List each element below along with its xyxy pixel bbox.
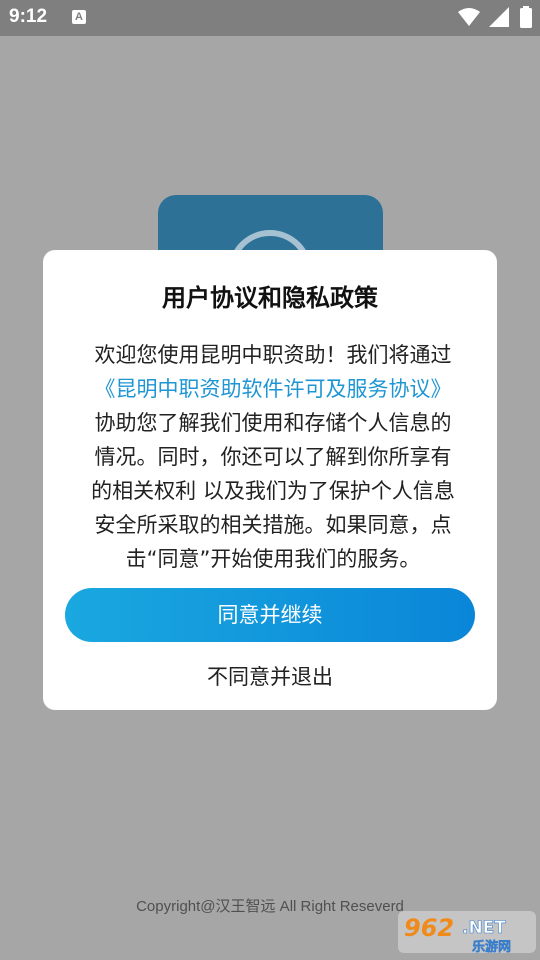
site-watermark-logo: 962 .NET 乐游网 [398, 907, 536, 955]
svg-text:962: 962 [404, 914, 454, 942]
dialog-title: 用户协议和隐私政策 [162, 284, 378, 312]
svg-text:乐游网: 乐游网 [472, 939, 511, 955]
signal-icon [488, 7, 509, 31]
body-line: 情况。同时，你还可以了解到你所享有 [94, 445, 452, 469]
body-line: 协助您了解我们使用和存储个人信息的 [94, 411, 452, 435]
service-agreement-link[interactable]: 《昆明中职资助软件许可及服务协议》 [73, 372, 473, 406]
status-time: 9:12 [9, 6, 48, 27]
body-line: 的相关权利 以及我们为了保护个人信息 [91, 479, 455, 503]
status-icons [457, 6, 532, 32]
dialog-body: 欢迎您使用昆明中职资助！我们将通过 《昆明中职资助软件许可及服务协议》 协助您了… [73, 338, 473, 576]
disagree-exit-button[interactable]: 不同意并退出 [65, 654, 475, 700]
privacy-dialog: 用户协议和隐私政策 欢迎您使用昆明中职资助！我们将通过 《昆明中职资助软件许可及… [43, 250, 497, 710]
battery-icon [520, 6, 532, 32]
status-bar: 9:12 A [0, 0, 540, 36]
body-line: 欢迎您使用昆明中职资助！我们将通过 [94, 343, 452, 367]
svg-text:.NET: .NET [462, 918, 506, 938]
notification-app-icon: A [72, 10, 86, 24]
agree-continue-button[interactable]: 同意并继续 [65, 588, 475, 642]
body-line: 安全所采取的相关措施。如果同意，点 [94, 513, 452, 537]
wifi-icon [457, 7, 480, 31]
body-line: 击“同意”开始使用我们的服务。 [125, 547, 421, 571]
